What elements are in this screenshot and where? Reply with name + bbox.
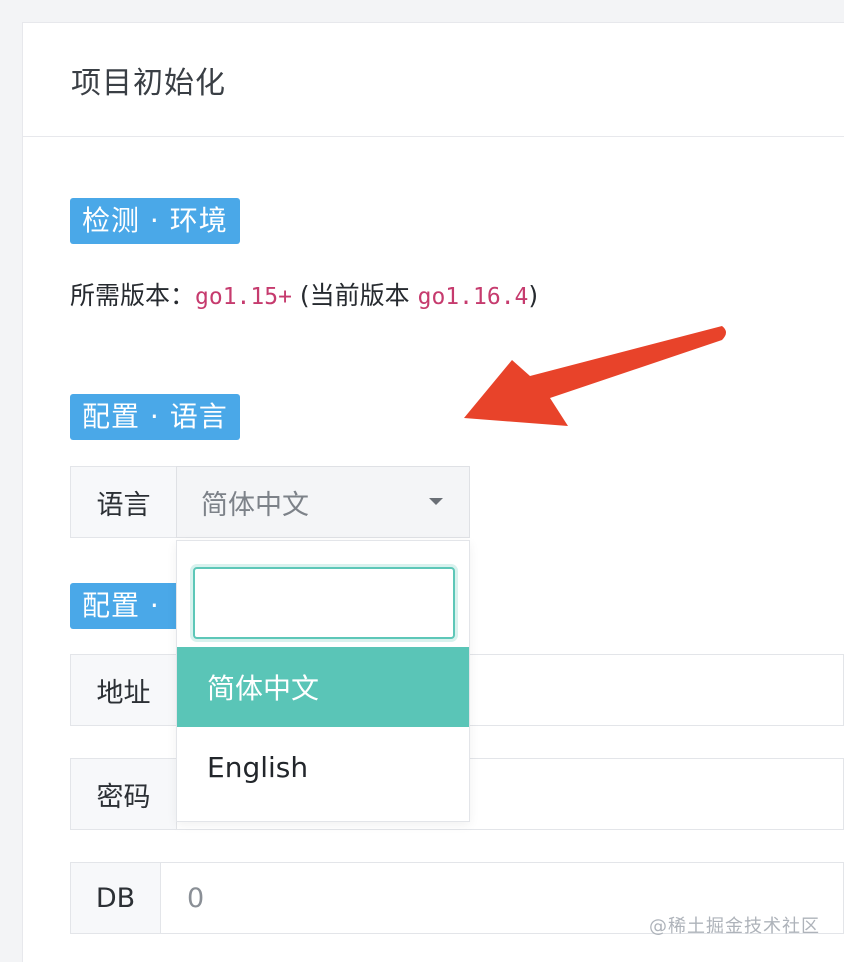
required-version: go1.15+ <box>195 284 292 310</box>
dropdown-option-zh[interactable]: 简体中文 <box>177 647 469 727</box>
section-label-redis: 配置 · <box>70 583 180 629</box>
language-select[interactable]: 简体中文 <box>176 466 470 538</box>
section-label-language: 配置 · 语言 <box>70 394 240 440</box>
watermark: @稀土掘金技术社区 <box>649 916 820 937</box>
dropdown-search-input[interactable] <box>193 567 455 639</box>
chevron-down-icon <box>429 498 443 505</box>
version-requirement: 所需版本：go1.15+ (当前版本 go1.16.4) <box>70 276 538 316</box>
language-dropdown: 简体中文 English <box>176 540 470 822</box>
version-prefix: 所需版本： <box>70 281 196 310</box>
page-title: 项目初始化 <box>71 65 226 101</box>
dropdown-option-en[interactable]: English <box>177 727 469 807</box>
page: 项目初始化 检测 · 环境 所需版本：go1.15+ (当前版本 go1.16.… <box>0 0 844 962</box>
current-version-open: (当前版本 <box>291 281 418 310</box>
address-field-label: 地址 <box>70 654 176 726</box>
panel-header: 项目初始化 <box>23 23 844 137</box>
current-version-close: ) <box>528 281 539 310</box>
annotation-arrow-icon <box>464 326 726 426</box>
section-label-env: 检测 · 环境 <box>70 198 240 244</box>
db-field-label: DB <box>70 862 160 934</box>
current-version: go1.16.4 <box>417 284 529 310</box>
password-field-label: 密码 <box>70 758 176 830</box>
language-select-value: 简体中文 <box>201 489 309 521</box>
language-field-label: 语言 <box>70 466 176 538</box>
